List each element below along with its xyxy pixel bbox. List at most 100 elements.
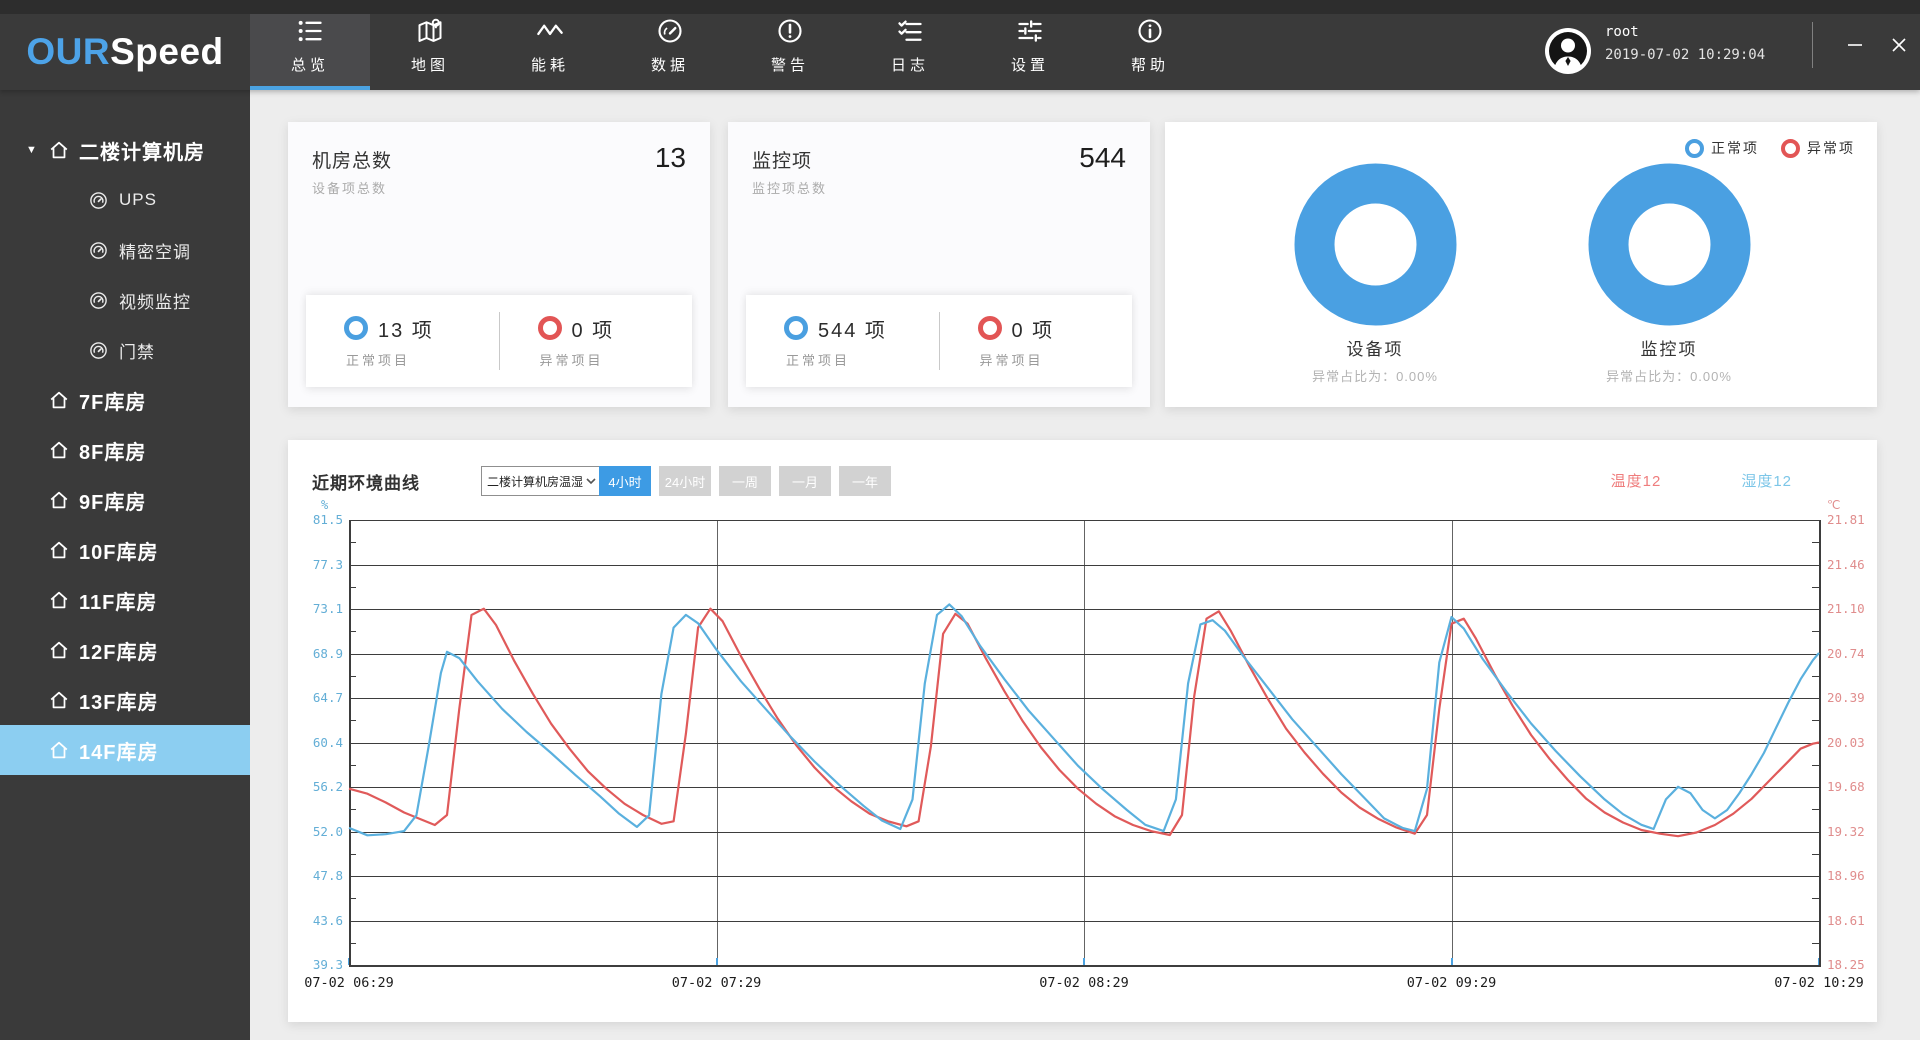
stat-normal: 544 项 正常项目: [746, 314, 939, 369]
y-axis-minor-tick: [1812, 720, 1819, 721]
range-button-一月[interactable]: 一月: [779, 466, 831, 496]
y-axis-minor-tick: [349, 676, 356, 677]
donut-sublabel: 异常占比为：0.00%: [1549, 366, 1789, 385]
sidebar-item-10f[interactable]: 10F库房: [0, 525, 250, 575]
sidebar-subitem-ac[interactable]: 精密空调: [0, 225, 250, 275]
sidebar-item-14f[interactable]: 14F库房: [0, 725, 250, 775]
line-chart: 81.521.8177.321.4673.121.1068.920.7464.7…: [288, 440, 1877, 1022]
sidebar: ▼二楼计算机房 UPS 精密空调视频监控门禁 7F库房 8F库房 9F库房 10F库房 11F…: [0, 90, 250, 1040]
nav-item-label: 地图: [411, 54, 449, 75]
nav-item-label: 设置: [1011, 54, 1049, 75]
y-axis-left-tick: 56.2: [295, 779, 343, 794]
x-axis-label: 07-02 10:29: [1754, 975, 1884, 991]
user-datetime: 2019-07-02 10:29:04: [1605, 47, 1765, 63]
stat-abnormal: 0 项 异常项目: [940, 314, 1133, 369]
stat-box: 13 项 正常项目 0 项 异常项目: [306, 295, 692, 387]
close-button[interactable]: [1882, 30, 1916, 60]
sidebar-item-9f[interactable]: 9F库房: [0, 475, 250, 525]
range-buttons: 4小时 24小时一周一月一年: [599, 466, 891, 496]
range-button-一周[interactable]: 一周: [719, 466, 771, 496]
range-button-一年[interactable]: 一年: [839, 466, 891, 496]
titlebar-divider: [1812, 22, 1813, 68]
normal-label: 正常项目: [784, 350, 939, 369]
home-icon: [48, 389, 70, 411]
window-title-strip: [0, 0, 1920, 14]
range-button-4小时[interactable]: 4小时: [599, 466, 651, 496]
nav-item-label: 日志: [891, 54, 929, 75]
range-button-24小时[interactable]: 24小时: [659, 466, 711, 496]
legend-ring-icon: [1781, 139, 1800, 158]
donut-legend-item-1: 异常项: [1781, 138, 1855, 158]
series-legend-temperature[interactable]: 温度12: [1611, 470, 1662, 491]
y-axis-left-line: [349, 520, 351, 965]
y-axis-minor-tick: [1812, 854, 1819, 855]
y-axis-minor-tick: [1812, 631, 1819, 632]
y-axis-right-tick: 19.68: [1827, 779, 1887, 794]
sidebar-item-label: 12F库房: [79, 636, 158, 665]
y-axis-minor-tick: [349, 809, 356, 810]
sidebar-subitem-label: 视频监控: [119, 288, 191, 313]
h-gridline: [349, 609, 1819, 610]
y-axis-left-tick: 64.7: [295, 690, 343, 705]
sidebar-item-12f[interactable]: 12F库房: [0, 625, 250, 675]
x-axis-tick: [1083, 958, 1085, 965]
v-gridline: [717, 520, 718, 965]
y-axis-minor-tick: [1812, 765, 1819, 766]
sidebar-item-8f[interactable]: 8F库房: [0, 425, 250, 475]
series-legend-humidity[interactable]: 湿度12: [1741, 470, 1792, 491]
sidebar-item-label: 9F库房: [79, 486, 146, 515]
x-axis-label: 07-02 09:29: [1387, 975, 1517, 991]
x-axis-tick: [348, 958, 350, 965]
card-subtitle: 设备项总数: [312, 178, 387, 197]
room-select[interactable]: 二楼计算机房温湿环: [481, 466, 603, 496]
y-axis-minor-tick: [1812, 943, 1819, 944]
y-axis-minor-tick: [349, 765, 356, 766]
x-axis-label: 07-02 06:29: [284, 975, 414, 991]
y-axis-right-tick: 21.10: [1827, 601, 1887, 616]
meter-icon: [88, 240, 109, 261]
sidebar-item-label: 10F库房: [79, 536, 158, 565]
sidebar-subitem-door[interactable]: 门禁: [0, 325, 250, 375]
normal-label: 正常项目: [344, 350, 499, 369]
y-axis-right-tick: 18.25: [1827, 957, 1887, 972]
sidebar-item-11f[interactable]: 11F库房: [0, 575, 250, 625]
v-gridline: [1084, 520, 1085, 965]
h-gridline: [349, 698, 1819, 699]
home-icon: [48, 589, 70, 611]
y-axis-minor-tick: [1812, 898, 1819, 899]
y-axis-left-tick: 77.3: [295, 557, 343, 572]
donut-ring: [1587, 162, 1752, 327]
sidebar-item-13f[interactable]: 13F库房: [0, 675, 250, 725]
sidebar-subitem-label: UPS: [119, 190, 157, 210]
user-cluster: root 2019-07-02 10:29:04: [1520, 14, 1920, 90]
y-axis-right-tick: 21.46: [1827, 557, 1887, 572]
nav-item-label: 总览: [291, 54, 329, 75]
normal-count: 13 项: [378, 314, 434, 343]
sidebar-subitem-video[interactable]: 视频监控: [0, 275, 250, 325]
abnormal-label: 异常项目: [978, 350, 1133, 369]
sidebar-item-7f[interactable]: 7F库房: [0, 375, 250, 425]
sliders-icon: [1016, 17, 1044, 45]
sidebar-item-label: 7F库房: [79, 386, 146, 415]
sidebar-item-room2f[interactable]: ▼二楼计算机房: [0, 125, 250, 175]
home-icon: [48, 489, 70, 511]
home-icon: [48, 139, 70, 161]
meter-icon: [88, 190, 109, 211]
minimize-button[interactable]: [1838, 30, 1872, 60]
nav-item-label: 警告: [771, 54, 809, 75]
y-axis-left-tick: 43.6: [295, 913, 343, 928]
y-axis-minor-tick: [1812, 676, 1819, 677]
stat-normal: 13 项 正常项目: [306, 314, 499, 369]
user-name: root: [1605, 24, 1639, 40]
h-gridline: [349, 921, 1819, 922]
y-axis-minor-tick: [349, 720, 356, 721]
list-icon: [296, 17, 324, 45]
logo-text-primary: OUR: [26, 31, 110, 73]
stat-box: 544 项 正常项目 0 项 异常项目: [746, 295, 1132, 387]
collapse-arrow-icon[interactable]: ▼: [26, 144, 42, 156]
info-icon: [1136, 17, 1164, 45]
sidebar-subitem-ups[interactable]: UPS: [0, 175, 250, 225]
user-avatar[interactable]: [1545, 28, 1591, 74]
nav-item-overview[interactable]: 总览: [250, 2, 370, 90]
chart-legend: 温度12 湿度12: [1611, 470, 1792, 491]
